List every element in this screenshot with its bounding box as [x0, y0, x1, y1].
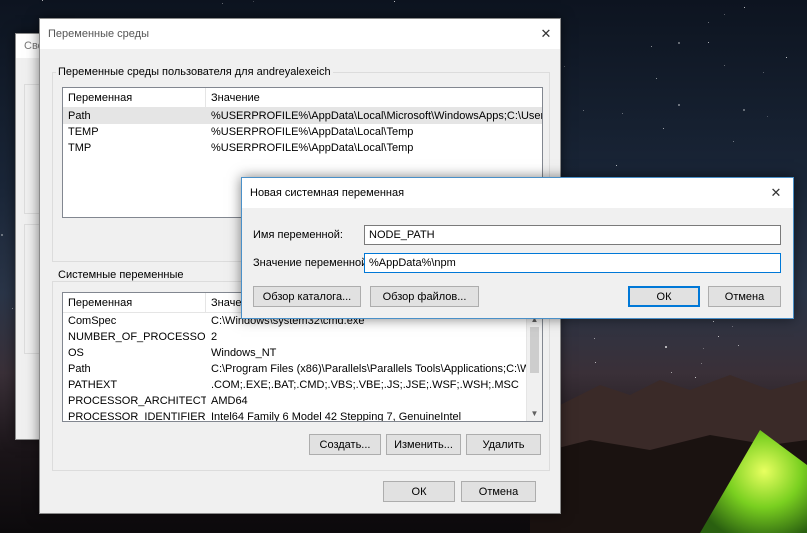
value-label-text: Значение переменной: — [253, 257, 371, 269]
star — [744, 7, 745, 8]
star — [724, 65, 725, 66]
table-row[interactable]: NUMBER_OF_PROCESSORS 2 — [63, 329, 526, 345]
table-row[interactable]: TEMP %USERPROFILE%\AppData\Local\Temp — [63, 124, 542, 140]
variable-name: TMP — [68, 142, 92, 154]
star — [622, 113, 623, 114]
star — [665, 346, 667, 348]
variable-value: Intel64 Family 6 Model 42 Stepping 7, Ge… — [211, 411, 462, 422]
column-header-value[interactable]: Значение — [206, 88, 542, 108]
star — [786, 57, 787, 58]
variable-name: PROCESSOR_IDENTIFIER — [68, 411, 206, 422]
tent-image — [700, 430, 807, 533]
system-variables-label: Системные переменные — [56, 269, 186, 281]
ok-button[interactable]: ОК — [383, 481, 455, 502]
star — [678, 42, 680, 44]
variable-value: %USERPROFILE%\AppData\Local\Microsoft\Wi… — [211, 110, 543, 122]
scrollbar-thumb[interactable] — [530, 327, 539, 373]
list-header: Переменная Значение — [63, 88, 542, 108]
star — [394, 1, 395, 2]
cancel-button[interactable]: Отмена — [708, 286, 781, 307]
window-title-bar[interactable]: Новая системная переменная — [242, 178, 793, 208]
star — [733, 141, 734, 142]
star — [678, 104, 680, 106]
star — [763, 72, 764, 73]
table-row[interactable]: PROCESSOR_ARCHITECTURE AMD64 — [63, 393, 526, 409]
variable-name: TEMP — [68, 126, 99, 138]
variable-value-input[interactable] — [364, 253, 781, 273]
browse-files-button[interactable]: Обзор файлов... — [370, 286, 479, 307]
star — [724, 14, 725, 15]
table-row[interactable]: TMP %USERPROFILE%\AppData\Local\Temp — [63, 140, 542, 156]
close-button[interactable]: ✕ — [536, 19, 556, 49]
star — [738, 345, 739, 346]
create-button[interactable]: Создать... — [309, 434, 381, 455]
user-variables-label: Переменные среды пользователя для andrey… — [56, 66, 333, 78]
variable-value: 2 — [211, 331, 218, 343]
variable-value: %USERPROFILE%\AppData\Local\Temp — [211, 142, 414, 154]
star — [656, 78, 657, 79]
star — [253, 1, 254, 2]
variable-name: OS — [68, 347, 84, 359]
browse-directory-button[interactable]: Обзор каталога... — [253, 286, 361, 307]
star — [713, 321, 714, 322]
edit-button[interactable]: Изменить... — [386, 434, 461, 455]
variable-name: Path — [68, 363, 91, 375]
variable-name: ComSpec — [68, 315, 117, 327]
variable-name: PATHEXT — [68, 379, 118, 391]
star — [42, 0, 43, 1]
close-icon: ✕ — [540, 26, 552, 41]
star — [594, 338, 595, 339]
variable-value: %USERPROFILE%\AppData\Local\Temp — [211, 126, 414, 138]
star — [708, 22, 709, 23]
window-title: Новая системная переменная — [250, 187, 405, 199]
star — [767, 116, 768, 117]
vertical-scrollbar[interactable]: ▲ ▼ — [526, 313, 542, 421]
star — [12, 308, 13, 309]
star — [583, 110, 584, 111]
variable-value: .COM;.EXE;.BAT;.CMD;.VBS;.VBE;.JS;.JSE;.… — [211, 379, 519, 391]
delete-button[interactable]: Удалить — [466, 434, 541, 455]
variable-value: C:\Program Files (x86)\Parallels\Paralle… — [211, 363, 528, 375]
scroll-down-icon[interactable]: ▼ — [527, 407, 542, 421]
table-row[interactable]: Path C:\Program Files (x86)\Parallels\Pa… — [63, 361, 528, 377]
star — [663, 128, 664, 129]
star — [651, 46, 652, 47]
name-label: Имя переменной: — [253, 229, 343, 241]
ok-button[interactable]: ОК — [628, 286, 700, 307]
star — [743, 109, 745, 111]
name-label-text: Имя переменной: — [253, 229, 343, 241]
column-header-variable[interactable]: Переменная — [63, 88, 206, 108]
star — [718, 336, 719, 337]
variable-name-input[interactable] — [364, 225, 781, 245]
close-button[interactable]: ✕ — [765, 178, 787, 208]
star — [564, 66, 565, 67]
variable-name: PROCESSOR_ARCHITECTURE — [68, 395, 206, 407]
star — [732, 326, 733, 327]
variable-value: Windows_NT — [211, 347, 277, 359]
variable-value: AMD64 — [211, 395, 248, 407]
star — [703, 348, 704, 349]
variable-name: Path — [68, 110, 91, 122]
window-title: Переменные среды — [48, 28, 149, 40]
table-row[interactable]: OS Windows_NT — [63, 345, 526, 361]
close-icon: ✕ — [770, 185, 782, 200]
table-row[interactable]: PATHEXT .COM;.EXE;.BAT;.CMD;.VBS;.VBE;.J… — [63, 377, 526, 393]
star — [1, 234, 3, 236]
window-title-bar[interactable]: Переменные среды — [40, 19, 560, 49]
table-row[interactable]: Path %USERPROFILE%\AppData\Local\Microso… — [63, 108, 542, 124]
column-header-variable[interactable]: Переменная — [63, 293, 206, 313]
value-label: Значение переменной: — [253, 257, 370, 269]
star — [616, 165, 617, 166]
new-system-variable-dialog: Новая системная переменная ✕ Имя перемен… — [241, 177, 794, 319]
variable-name: NUMBER_OF_PROCESSORS — [68, 331, 206, 343]
star — [708, 42, 709, 43]
cancel-button[interactable]: Отмена — [461, 481, 536, 502]
table-row[interactable]: PROCESSOR_IDENTIFIER Intel64 Family 6 Mo… — [63, 409, 526, 422]
star — [222, 3, 223, 4]
